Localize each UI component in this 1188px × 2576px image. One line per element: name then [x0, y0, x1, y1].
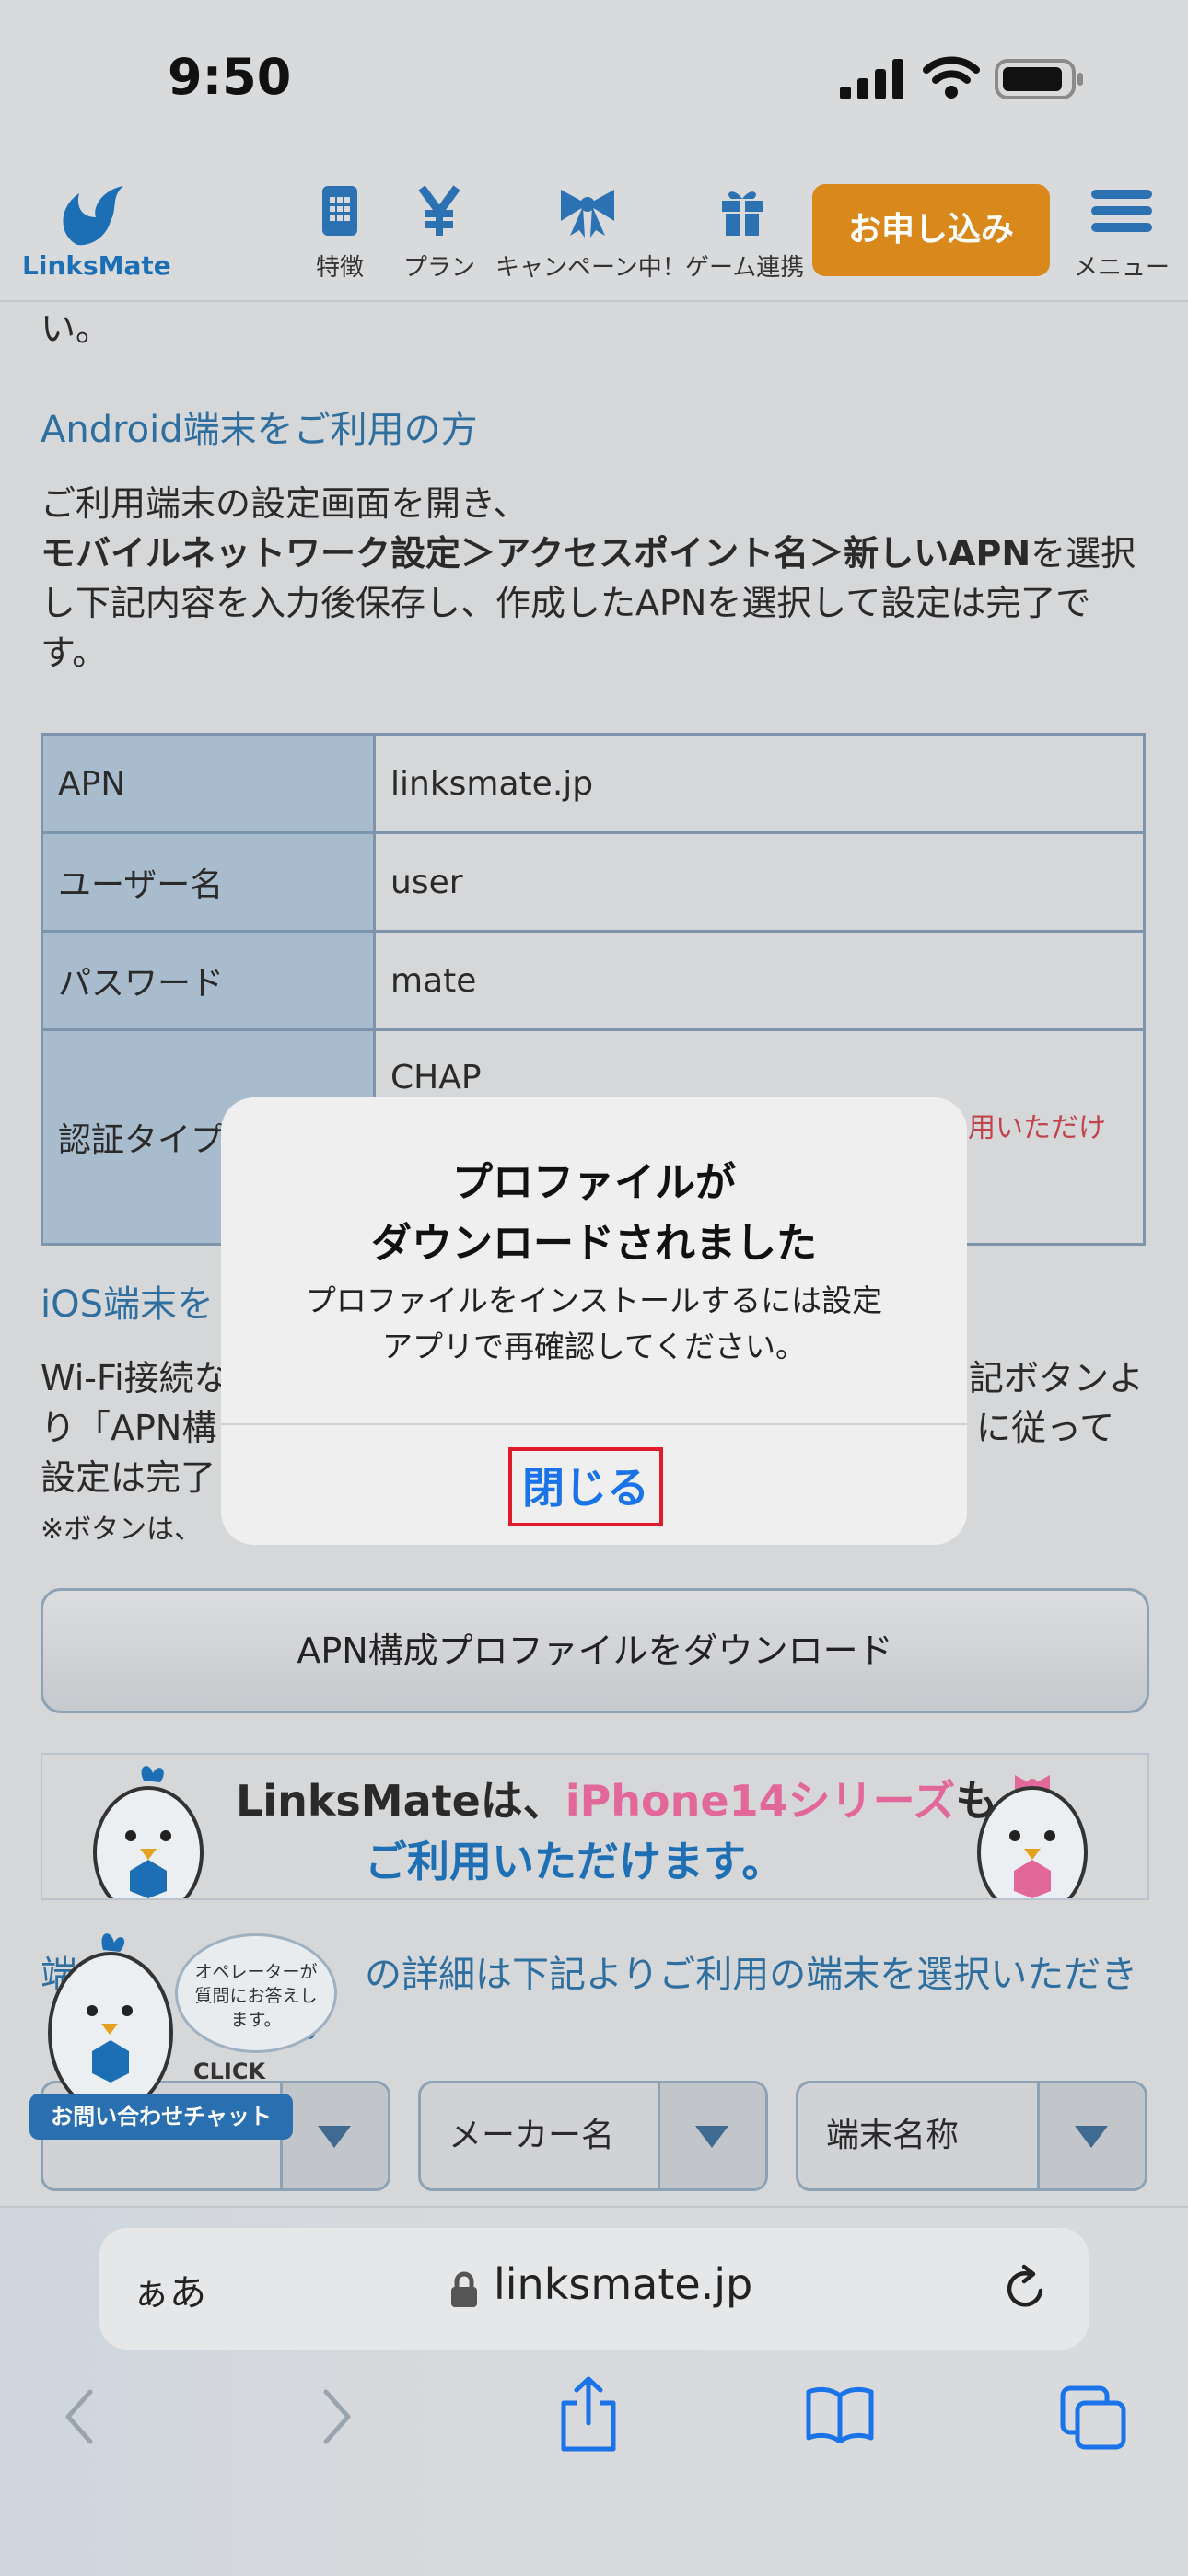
alert-message-line: アプリで再確認してください。	[381, 1329, 807, 1364]
ios-text-line-end: 記ボタンよ	[969, 1358, 1145, 1398]
alert-title: プロファイルが ダウンロードされました	[221, 1153, 967, 1274]
lock-icon	[451, 2271, 477, 2307]
select-device[interactable]: 端末名称	[796, 2081, 1147, 2191]
mascot-chick-pink-icon	[977, 1775, 1088, 1898]
share-icon[interactable]	[556, 2375, 621, 2453]
menu-label: メニュー	[1073, 254, 1170, 282]
android-text-line: ご利用端末の設定画面を開き、	[41, 483, 529, 524]
android-heading: Android端末をご利用の方	[41, 409, 478, 451]
alert-close-button[interactable]: 閉じる	[508, 1447, 663, 1526]
logo-bird-icon	[63, 186, 123, 246]
yen-icon	[418, 185, 460, 236]
alert-message-line: プロファイルをインストールするには設定	[305, 1282, 883, 1318]
status-time: 9:50	[168, 48, 292, 106]
table-key: パスワード	[41, 930, 376, 1031]
chat-bubble-text: オペレーターが質問にお答えします。	[175, 1933, 337, 2053]
back-icon[interactable]	[61, 2385, 98, 2449]
chat-label: お問い合わせチャット	[29, 2094, 293, 2140]
banner-highlight: iPhone14シリーズ	[565, 1776, 956, 1826]
chevron-down-icon	[658, 2083, 765, 2188]
nav-game[interactable]: ゲーム連携	[685, 184, 805, 283]
ios-text-line: 設定は完了	[41, 1457, 216, 1498]
nav-features[interactable]: 特徴	[289, 184, 390, 283]
tabs-icon[interactable]	[1059, 2385, 1127, 2451]
banner-line-1: LinksMateは、iPhone14シリーズも	[236, 1768, 997, 1828]
chat-click-label: CLICK	[193, 2059, 266, 2084]
table-row: パスワード mate	[41, 930, 1146, 1031]
phone-icon	[322, 186, 357, 236]
hamburger-menu-icon	[1091, 190, 1152, 232]
ios-note: ※ボタンは、	[41, 1514, 203, 1546]
ribbon-icon	[561, 190, 614, 238]
reader-settings-button[interactable]: ぁあ	[133, 2263, 206, 2316]
select-value: メーカー名	[448, 2117, 615, 2154]
chat-widget[interactable]: オペレーターが質問にお答えします。 CLICK お問い合わせチャット	[28, 1924, 337, 2145]
nav-label: プラン	[402, 254, 475, 282]
alert-message: プロファイルをインストールするには設定 アプリで再確認してください。	[221, 1278, 967, 1370]
download-profile-button[interactable]: APN構成プロファイルをダウンロード	[41, 1588, 1149, 1713]
wifi-icon	[923, 56, 980, 99]
nav-label: キャンペーン中！	[495, 254, 686, 282]
linksmate-logo[interactable]: LinksMate	[22, 180, 171, 281]
ios-text-line-end: に従って	[976, 1408, 1115, 1448]
nav-label: 特徴	[315, 254, 364, 282]
logo-text: LinksMate	[22, 250, 171, 281]
table-row: APN linksmate.jp	[41, 733, 1146, 834]
alert-divider	[221, 1423, 967, 1425]
iphone14-banner[interactable]: LinksMateは、iPhone14シリーズも ご利用いただけます。	[41, 1753, 1149, 1900]
gift-icon	[722, 191, 763, 236]
alert-title-line: ダウンロードされました	[371, 1220, 817, 1267]
select-maker[interactable]: メーカー名	[418, 2081, 768, 2191]
auth-type-note: 用いただけ	[968, 1112, 1106, 1144]
chevron-down-icon	[1037, 2083, 1145, 2188]
text-fragment: い。	[41, 308, 111, 349]
table-value: user	[373, 831, 1146, 933]
mascot-chick-icon	[93, 1766, 204, 1898]
cellular-signal-icon	[840, 59, 903, 99]
menu-button[interactable]: メニュー	[1066, 184, 1177, 283]
url-text[interactable]: linksmate.jp	[494, 2259, 752, 2309]
alert-title-line: プロファイルが	[452, 1159, 736, 1206]
select-value: 端末名称	[826, 2117, 960, 2154]
android-path-text: モバイルネットワーク設定＞アクセスポイント名＞新しいAPN	[41, 533, 1031, 574]
apply-button[interactable]: お申し込み	[812, 184, 1050, 276]
device-text: の詳細は下記よりご利用の端末を選択いただき	[365, 1954, 1138, 1996]
nav-label: ゲーム連携	[685, 254, 805, 282]
ios-text-line: り「APN構	[41, 1408, 217, 1448]
banner-brand: LinksMateは、	[236, 1776, 565, 1826]
table-value: mate	[373, 930, 1146, 1031]
ios-text-line: Wi-Fi接続な	[41, 1358, 229, 1398]
table-row: ユーザー名 user	[41, 831, 1146, 933]
chevron-down-icon	[280, 2083, 388, 2188]
reload-icon[interactable]	[1002, 2263, 1050, 2315]
mascot-operator-icon	[48, 1933, 173, 2114]
table-key: ユーザー名	[41, 831, 376, 933]
table-value: linksmate.jp	[373, 733, 1146, 834]
banner-line-2: ご利用いただけます。	[365, 1837, 785, 1886]
site-header: LinksMate 特徴 プラン キャンペーン中！ ゲーム連携 お申し込み メニ…	[0, 162, 1188, 302]
bookmarks-icon[interactable]	[805, 2385, 875, 2443]
android-instructions: ご利用端末の設定画面を開き、 モバイルネットワーク設定＞アクセスポイント名＞新し…	[41, 479, 1146, 678]
table-key: APN	[41, 733, 376, 834]
nav-campaign[interactable]: キャンペーン中！	[495, 184, 686, 283]
table-value: CHAP	[390, 1059, 482, 1097]
ios-heading: iOS端末を	[41, 1283, 214, 1326]
profile-downloaded-alert: プロファイルが ダウンロードされました プロファイルをインストールするには設定 …	[221, 1097, 967, 1545]
forward-icon[interactable]	[319, 2385, 355, 2449]
battery-icon	[995, 59, 1083, 99]
nav-plan[interactable]: プラン	[389, 184, 490, 283]
